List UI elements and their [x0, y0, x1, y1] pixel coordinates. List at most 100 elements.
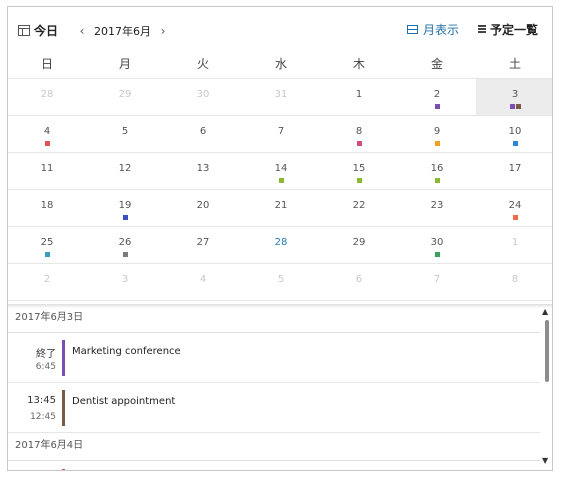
event-dot: [356, 141, 362, 146]
day-cell[interactable]: 13: [164, 153, 242, 189]
day-cell[interactable]: 14: [242, 153, 320, 189]
day-cell[interactable]: 8: [476, 264, 552, 300]
day-cell[interactable]: 1: [320, 79, 398, 115]
event-end-time: 12:45: [30, 412, 56, 422]
event-indicators: [476, 178, 552, 183]
day-cell[interactable]: 28: [8, 79, 86, 115]
agenda-event-marketing-conference[interactable]: 終了 6:45 Marketing conference: [8, 333, 540, 383]
agenda-list-label: 予定一覧: [490, 23, 539, 37]
event-indicators: [242, 141, 320, 146]
event-indicators: [398, 289, 476, 294]
day-cell[interactable]: 9: [398, 116, 476, 152]
day-cell[interactable]: 25: [8, 227, 86, 263]
event-dot: [278, 178, 284, 183]
week-row: 4 5 6 7 8 9 10: [8, 116, 552, 153]
day-cell[interactable]: 30: [398, 227, 476, 263]
agenda-list-button[interactable]: 予定一覧: [478, 21, 538, 38]
month-calendar-grid: 日 月 火 水 木 金 土 28 29 30 31 1 2 3 4 5 6 7 8 9 10 11 12 13 1…: [8, 53, 552, 301]
today-label: 今日: [34, 24, 59, 38]
day-cell[interactable]: 12: [86, 153, 164, 189]
day-cell[interactable]: 15: [320, 153, 398, 189]
weekday-label: 水: [274, 57, 287, 71]
event-indicators: [242, 252, 320, 257]
day-cell[interactable]: 27: [164, 227, 242, 263]
weekday-label: 火: [196, 57, 209, 71]
event-dot: [509, 104, 515, 109]
day-cell[interactable]: 23: [398, 190, 476, 226]
day-cell[interactable]: 8: [320, 116, 398, 152]
scrollbar-thumb[interactable]: [545, 320, 549, 382]
event-indicators: [398, 252, 476, 257]
day-cell[interactable]: 11: [8, 153, 86, 189]
day-number: 21: [274, 200, 288, 211]
day-number: 23: [430, 200, 444, 211]
day-cell[interactable]: 1: [476, 227, 552, 263]
event-color-bar: [62, 390, 65, 426]
event-indicators: [86, 178, 164, 183]
event-indicators: [8, 178, 86, 183]
day-cell[interactable]: 10: [476, 116, 552, 152]
day-cell[interactable]: 3: [476, 79, 552, 115]
weekday-label: 日: [40, 57, 53, 71]
day-cell[interactable]: 5: [86, 116, 164, 152]
day-cell[interactable]: 2: [398, 79, 476, 115]
day-cell[interactable]: 24: [476, 190, 552, 226]
day-number: 7: [433, 274, 441, 285]
day-cell[interactable]: 20: [164, 190, 242, 226]
day-number: 3: [121, 274, 129, 285]
day-cell[interactable]: 6: [320, 264, 398, 300]
day-cell[interactable]: 30: [164, 79, 242, 115]
day-cell[interactable]: 5: [242, 264, 320, 300]
agenda-day-header: 2017年6月3日: [8, 305, 540, 333]
day-cell[interactable]: 6: [164, 116, 242, 152]
day-cell[interactable]: 31: [242, 79, 320, 115]
day-number: 17: [508, 163, 522, 174]
day-number: 13: [196, 163, 210, 174]
event-dot: [356, 178, 362, 183]
event-dot: [122, 252, 128, 257]
day-cell[interactable]: 3: [86, 264, 164, 300]
day-cell[interactable]: 21: [242, 190, 320, 226]
event-indicators: [164, 141, 242, 146]
day-cell[interactable]: 28: [242, 227, 320, 263]
day-cell[interactable]: 22: [320, 190, 398, 226]
weekday-label: 金: [430, 57, 443, 71]
day-number: 22: [352, 200, 366, 211]
calendar-window: 今日 ‹ 2017年6月 › 月表示 予定一覧 日 月 火 水 木 金 土 28…: [7, 6, 553, 471]
day-number: 4: [43, 126, 51, 137]
day-cell[interactable]: 7: [242, 116, 320, 152]
agenda-scrollbar[interactable]: ▲ ▼: [541, 304, 552, 470]
month-view-button[interactable]: 月表示: [407, 21, 459, 38]
day-cell[interactable]: 16: [398, 153, 476, 189]
day-cell[interactable]: 26: [86, 227, 164, 263]
agenda-event-dentist-appointment[interactable]: 13:45 12:45 Dentist appointment: [8, 383, 540, 433]
event-indicators: [164, 104, 242, 109]
chevron-up-icon[interactable]: ▲: [542, 307, 548, 316]
event-indicators: [320, 178, 398, 183]
event-indicators: [86, 252, 164, 257]
chevron-right-icon[interactable]: ›: [157, 24, 169, 38]
day-cell[interactable]: 18: [8, 190, 86, 226]
day-cell[interactable]: 29: [320, 227, 398, 263]
day-cell[interactable]: 4: [164, 264, 242, 300]
day-cell[interactable]: 19: [86, 190, 164, 226]
chevron-left-icon[interactable]: ‹: [76, 24, 88, 38]
event-dot: [434, 178, 440, 183]
today-button[interactable]: 今日: [18, 22, 58, 39]
day-cell[interactable]: 29: [86, 79, 164, 115]
event-indicators: [242, 178, 320, 183]
day-number: 8: [511, 274, 519, 285]
day-cell[interactable]: 7: [398, 264, 476, 300]
day-cell[interactable]: 2: [8, 264, 86, 300]
day-number: 10: [508, 126, 522, 137]
week-row: 2 3 4 5 6 7 8: [8, 264, 552, 301]
chevron-down-icon[interactable]: ▼: [542, 456, 548, 465]
event-indicators: [8, 141, 86, 146]
day-number: 19: [118, 200, 132, 211]
day-number: 25: [40, 237, 54, 248]
day-cell[interactable]: 4: [8, 116, 86, 152]
day-cell[interactable]: 17: [476, 153, 552, 189]
event-end-time: 6:45: [35, 362, 56, 372]
day-number: 7: [277, 126, 285, 137]
month-view-label: 月表示: [423, 23, 460, 37]
